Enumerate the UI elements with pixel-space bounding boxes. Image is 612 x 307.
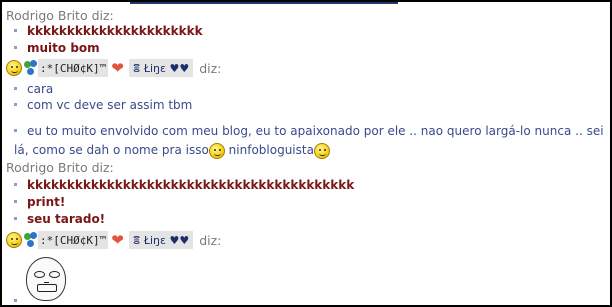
message: seu tarado! bbox=[14, 212, 105, 227]
message-text: kkkkkkkkkkkkkkkkkkkkkkkkkkkkkkkkkkkkkkkk… bbox=[27, 178, 355, 192]
message-text: ninfobloguista bbox=[228, 143, 314, 157]
nick-box: :*[CHØ¢K]™ bbox=[38, 59, 109, 77]
message-text: print! bbox=[27, 195, 66, 209]
top-bar-accent bbox=[130, 2, 398, 4]
message: print! bbox=[14, 195, 65, 210]
message-text: com vc deve ser assim tbm bbox=[27, 98, 193, 112]
bullet-icon bbox=[14, 46, 17, 49]
message: cara bbox=[14, 82, 53, 97]
message-text: muito bom bbox=[27, 41, 100, 55]
smiley-icon bbox=[6, 232, 22, 248]
bullet-icon bbox=[14, 103, 17, 106]
nick-box: :*[CHØ¢K]™ bbox=[38, 231, 109, 249]
message bbox=[14, 294, 27, 305]
message: eu to muito envolvido com meu blog, eu t… bbox=[14, 122, 604, 160]
msn-buddy-icon bbox=[24, 232, 38, 248]
bullet-icon bbox=[14, 87, 17, 90]
message-text: seu tarado! bbox=[27, 212, 106, 226]
top-bar bbox=[2, 2, 610, 6]
diz-label: diz: bbox=[199, 232, 222, 248]
sender-name: Rodrigo Brito diz: bbox=[6, 8, 114, 23]
thinking-emoticon bbox=[208, 142, 225, 159]
bullet-icon bbox=[14, 183, 17, 186]
nick-box-2: ⴻ Łiŋɛ ♥♥ bbox=[128, 59, 194, 77]
bullet-icon bbox=[14, 129, 17, 132]
message-text: cara bbox=[27, 82, 54, 96]
thinking-emoticon bbox=[313, 142, 330, 159]
diz-label: diz: bbox=[199, 60, 222, 76]
chat-window: Rodrigo Brito diz: kkkkkkkkkkkkkkkkkkkkk… bbox=[0, 0, 612, 307]
message-text: kkkkkkkkkkkkkkkkkkkkkk bbox=[27, 24, 203, 38]
bullet-icon bbox=[14, 217, 17, 220]
message: com vc deve ser assim tbm bbox=[14, 98, 192, 113]
nick-header: :*[CHØ¢K]™ ❤ ⴻ Łiŋɛ ♥♥ diz: bbox=[6, 230, 221, 250]
msn-buddy-icon bbox=[24, 60, 38, 76]
message: kkkkkkkkkkkkkkkkkkkkkk bbox=[14, 24, 203, 39]
nick-box-2: ⴻ Łiŋɛ ♥♥ bbox=[128, 231, 194, 249]
heart-icon: ❤ bbox=[111, 231, 124, 249]
message: kkkkkkkkkkkkkkkkkkkkkkkkkkkkkkkkkkkkkkkk… bbox=[14, 178, 354, 193]
message: muito bom bbox=[14, 41, 100, 56]
bullet-icon bbox=[14, 200, 17, 203]
bullet-icon bbox=[14, 299, 17, 302]
nick-header: :*[CHØ¢K]™ ❤ ⴻ Łiŋɛ ♥♥ diz: bbox=[6, 58, 221, 78]
bullet-icon bbox=[14, 29, 17, 32]
sender-name: Rodrigo Brito diz: bbox=[6, 160, 114, 175]
smiley-icon bbox=[6, 60, 22, 76]
heart-icon: ❤ bbox=[111, 59, 124, 77]
me-gusta-face bbox=[26, 257, 66, 301]
